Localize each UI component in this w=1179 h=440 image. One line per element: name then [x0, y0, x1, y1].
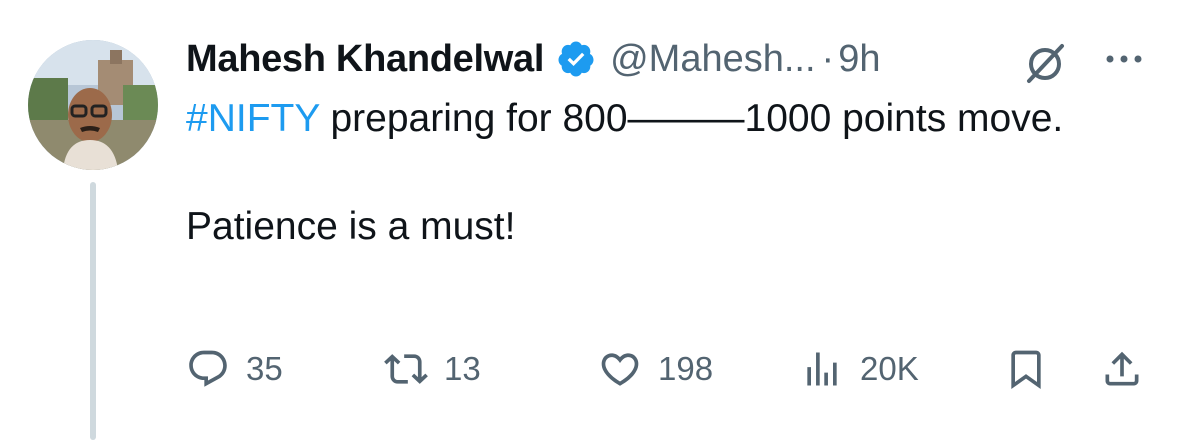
- share-button[interactable]: [1100, 344, 1144, 394]
- reply-button[interactable]: 35: [186, 344, 283, 394]
- action-bar: 35 13 198 20K: [186, 344, 1146, 394]
- views-button[interactable]: 20K: [800, 344, 919, 394]
- tweet: Mahesh Khandelwal @Mahesh... · 9h #NIFTY…: [0, 0, 1179, 440]
- author-handle[interactable]: @Mahesh...: [610, 38, 815, 81]
- tweet-paragraph-1: #NIFTY preparing for 800———1000 points m…: [186, 92, 1146, 146]
- retweet-icon: [384, 354, 428, 384]
- verified-badge-icon: [556, 39, 596, 79]
- thread-line: [90, 182, 96, 440]
- tweet-line-1: preparing for 800———1000 points move.: [319, 97, 1064, 140]
- bookmark-button[interactable]: [1004, 344, 1048, 394]
- views-count: 20K: [860, 350, 919, 387]
- retweet-button[interactable]: 13: [384, 344, 481, 394]
- hashtag-link[interactable]: #NIFTY: [186, 97, 320, 140]
- avatar[interactable]: [28, 40, 158, 170]
- reply-icon: [189, 350, 227, 387]
- author-name[interactable]: Mahesh Khandelwal: [186, 38, 544, 81]
- reply-count: 35: [246, 350, 283, 387]
- avatar-image: [28, 40, 158, 170]
- more-icon[interactable]: [1104, 44, 1144, 74]
- tweet-text: #NIFTY preparing for 800———1000 points m…: [186, 92, 1146, 254]
- like-button[interactable]: 198: [598, 344, 713, 394]
- like-icon: [601, 353, 639, 386]
- tweet-timestamp[interactable]: 9h: [838, 38, 880, 81]
- share-icon: [1105, 351, 1139, 386]
- header-separator: ·: [821, 37, 835, 80]
- retweet-count: 13: [444, 350, 481, 387]
- tweet-paragraph-2: Patience is a must!: [186, 205, 516, 248]
- grok-icon[interactable]: [1020, 38, 1070, 88]
- tweet-header: Mahesh Khandelwal @Mahesh... · 9h: [186, 34, 880, 84]
- like-count: 198: [658, 350, 714, 387]
- views-icon: [807, 352, 837, 386]
- bookmark-icon: [1011, 350, 1041, 390]
